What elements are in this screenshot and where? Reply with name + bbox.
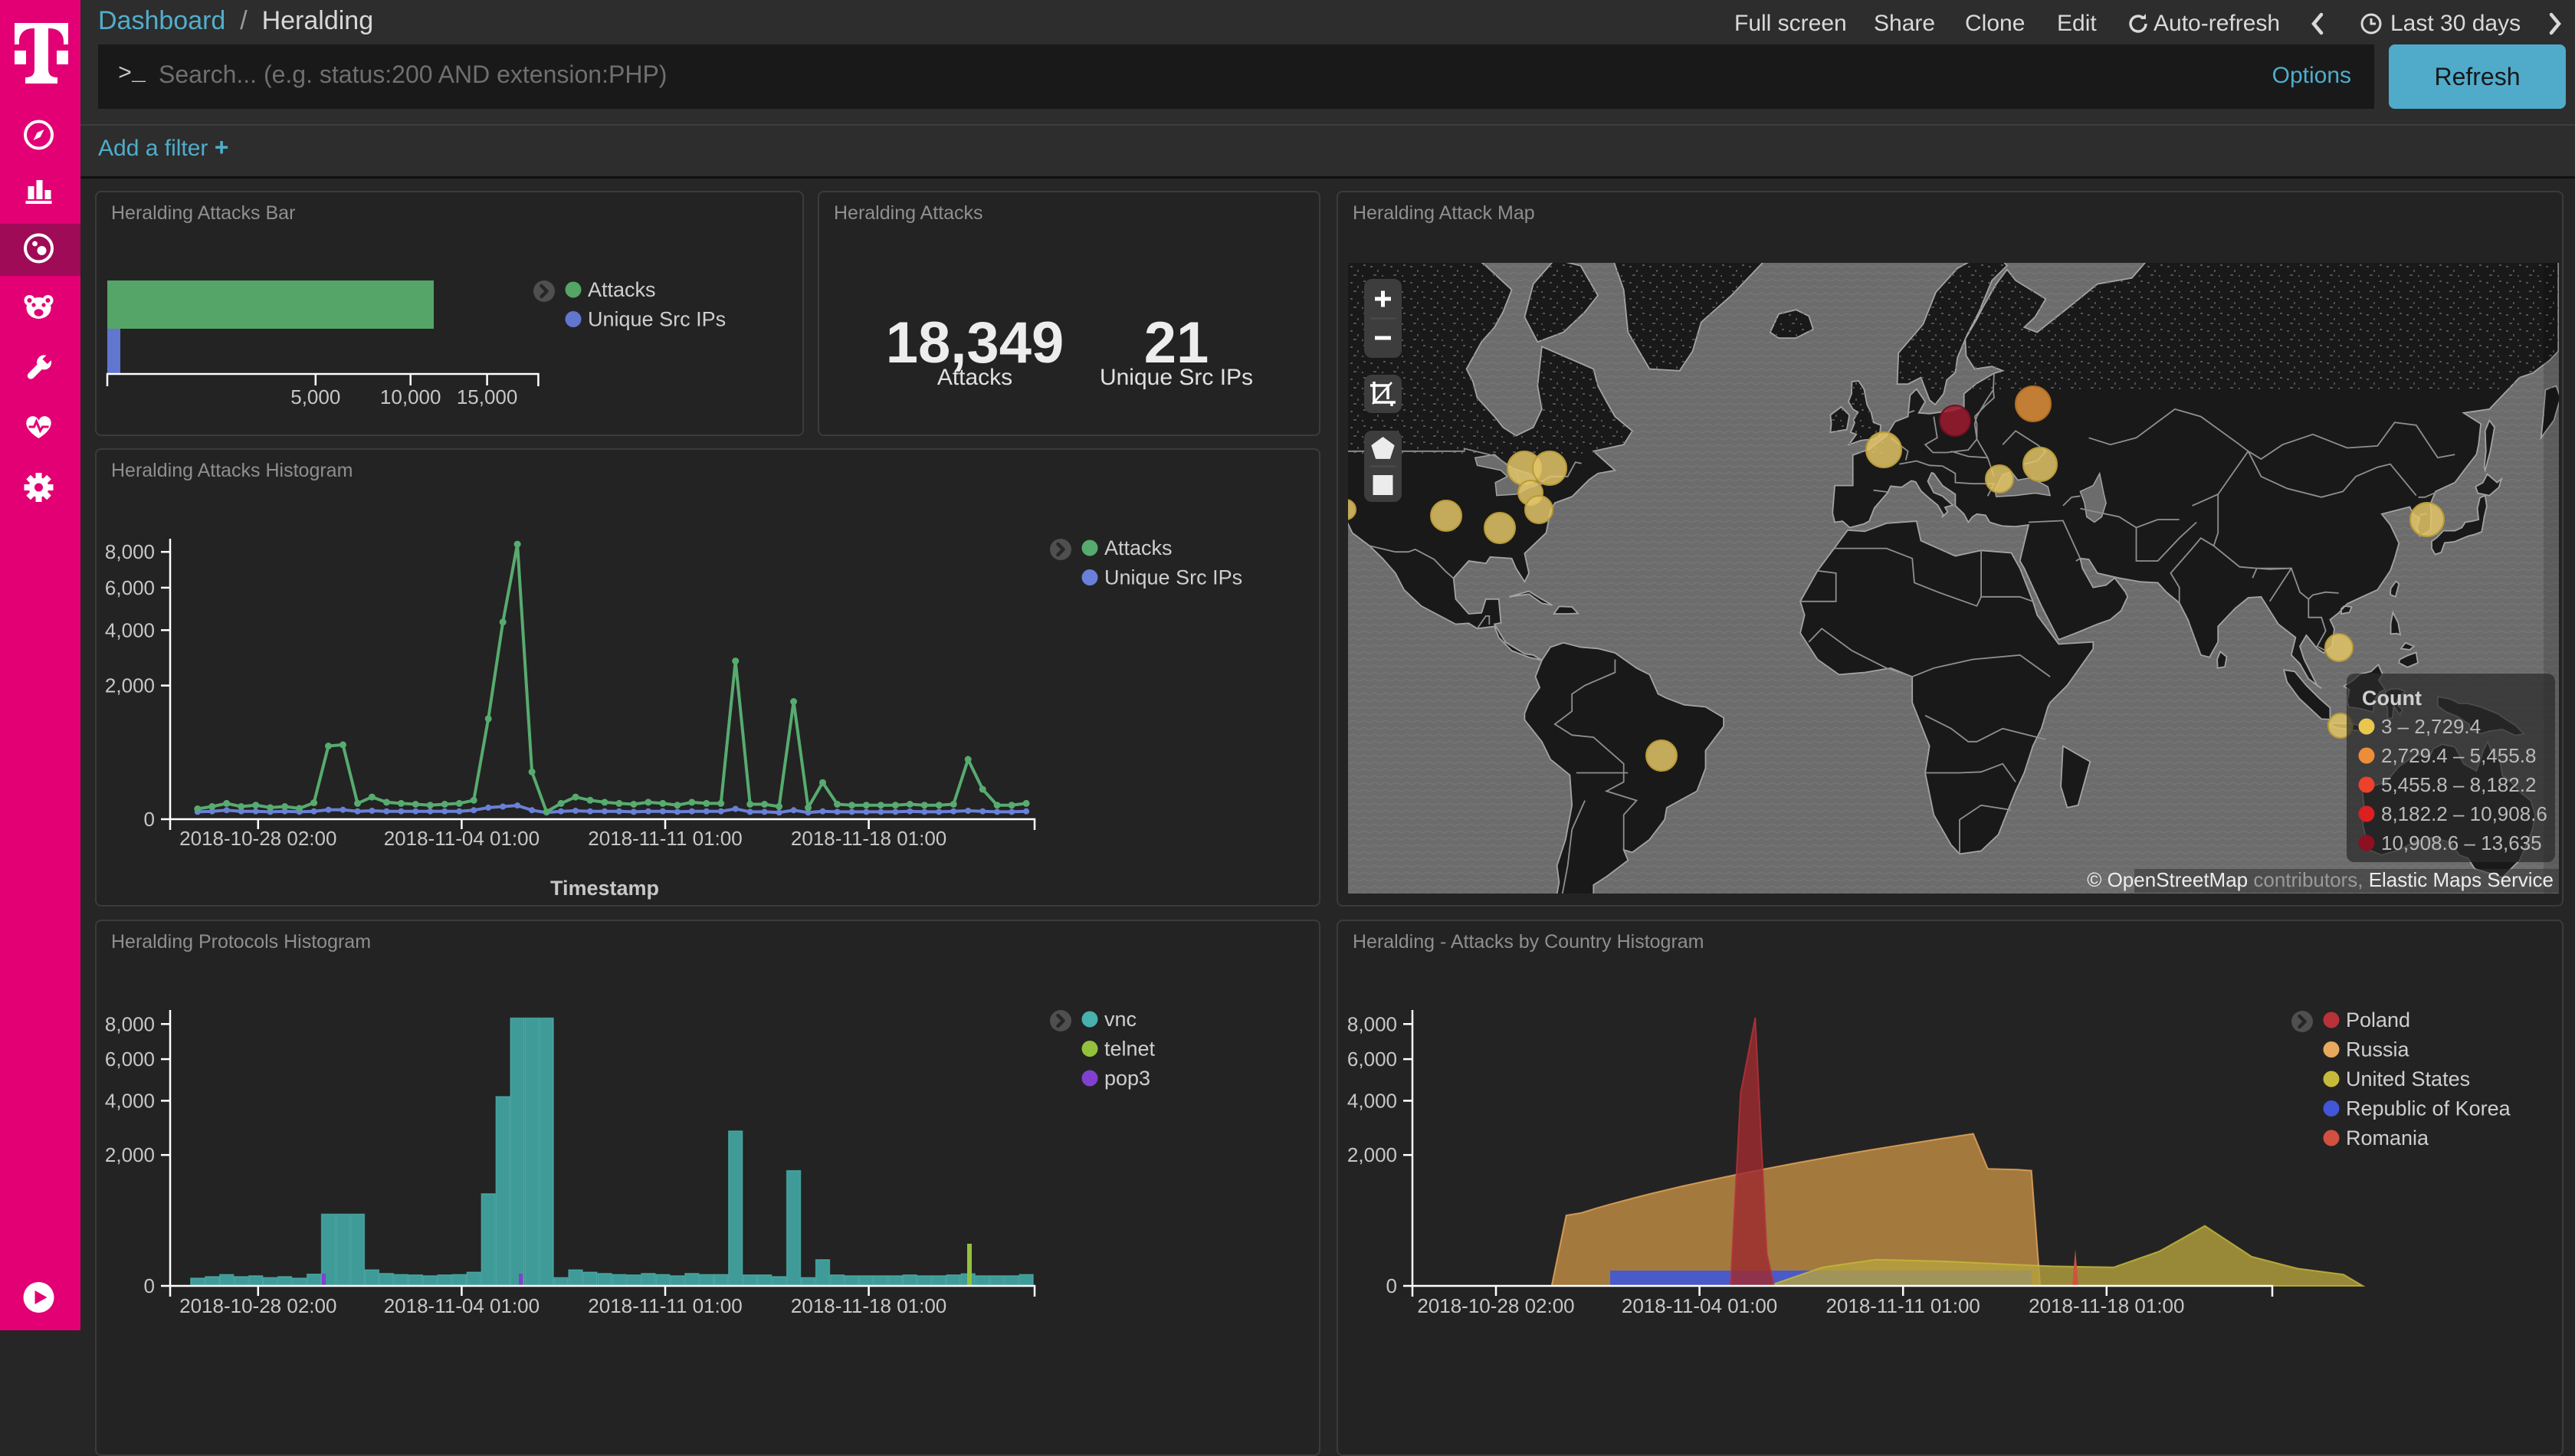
- svg-text:8,000: 8,000: [105, 1012, 155, 1035]
- svg-text:pop3: pop3: [1104, 1067, 1150, 1090]
- svg-text:4,000: 4,000: [1347, 1089, 1397, 1112]
- svg-text:Count: Count: [2362, 687, 2422, 710]
- svg-text:2018-11-18 01:00: 2018-11-18 01:00: [791, 1294, 946, 1317]
- svg-text:0: 0: [144, 1274, 155, 1297]
- svg-text:2,000: 2,000: [1347, 1143, 1397, 1166]
- svg-text:2,729.4 – 5,455.8: 2,729.4 – 5,455.8: [2381, 744, 2536, 767]
- svg-text:2018-11-11 01:00: 2018-11-11 01:00: [588, 1294, 742, 1317]
- svg-text:Timestamp: Timestamp: [550, 877, 659, 900]
- svg-text:Poland: Poland: [2346, 1008, 2410, 1031]
- svg-text:United States: United States: [2346, 1067, 2470, 1090]
- svg-text:15,000: 15,000: [457, 385, 518, 408]
- svg-text:2018-11-11 01:00: 2018-11-11 01:00: [588, 827, 742, 850]
- svg-text:vnc: vnc: [1104, 1008, 1137, 1031]
- svg-text:5,455.8 – 8,182.2: 5,455.8 – 8,182.2: [2381, 773, 2536, 796]
- svg-text:6,000: 6,000: [105, 1048, 155, 1071]
- svg-text:8,000: 8,000: [105, 540, 155, 563]
- svg-text:2018-11-18 01:00: 2018-11-18 01:00: [2029, 1294, 2184, 1317]
- svg-text:2018-11-04 01:00: 2018-11-04 01:00: [1622, 1294, 1777, 1317]
- svg-text:10,908.6 – 13,635: 10,908.6 – 13,635: [2381, 831, 2542, 854]
- svg-text:© OpenStreetMap contributors,: © OpenStreetMap contributors, Elastic Ma…: [2087, 868, 2554, 891]
- svg-text:Unique Src IPs: Unique Src IPs: [1104, 566, 1242, 589]
- svg-text:4,000: 4,000: [105, 1089, 155, 1112]
- svg-text:2018-10-28 02:00: 2018-10-28 02:00: [1417, 1294, 1574, 1317]
- svg-text:2018-10-28 02:00: 2018-10-28 02:00: [179, 1294, 336, 1317]
- svg-text:Republic of Korea: Republic of Korea: [2346, 1097, 2511, 1120]
- svg-text:2018-11-04 01:00: 2018-11-04 01:00: [384, 827, 540, 850]
- svg-text:8,182.2 – 10,908.6: 8,182.2 – 10,908.6: [2381, 802, 2547, 825]
- svg-text:Romania: Romania: [2346, 1126, 2429, 1149]
- svg-text:4,000: 4,000: [105, 618, 155, 641]
- svg-text:Unique Src IPs: Unique Src IPs: [588, 308, 726, 331]
- svg-text:2,000: 2,000: [105, 674, 155, 697]
- svg-text:telnet: telnet: [1104, 1038, 1156, 1061]
- svg-text:Timestamp: Timestamp: [550, 1326, 659, 1329]
- svg-text:Attacks: Attacks: [1104, 536, 1173, 559]
- svg-text:2018-11-11 01:00: 2018-11-11 01:00: [1825, 1294, 1980, 1317]
- svg-text:10,000: 10,000: [380, 385, 441, 408]
- svg-text:0: 0: [1386, 1274, 1397, 1297]
- svg-text:8,000: 8,000: [1347, 1012, 1397, 1035]
- svg-text:2018-11-18 01:00: 2018-11-18 01:00: [791, 827, 946, 850]
- svg-text:0: 0: [144, 808, 155, 831]
- svg-text:2018-10-28 02:00: 2018-10-28 02:00: [179, 827, 336, 850]
- svg-text:2018-11-04 01:00: 2018-11-04 01:00: [384, 1294, 540, 1317]
- svg-text:2,000: 2,000: [105, 1143, 155, 1166]
- svg-text:Russia: Russia: [2346, 1038, 2410, 1061]
- svg-text:3 – 2,729.4: 3 – 2,729.4: [2381, 715, 2481, 738]
- svg-text:5,000: 5,000: [290, 385, 340, 408]
- svg-text:Timestamp: Timestamp: [1788, 1326, 1897, 1329]
- svg-text:6,000: 6,000: [105, 576, 155, 599]
- svg-text:Attacks: Attacks: [588, 278, 656, 301]
- svg-text:6,000: 6,000: [1347, 1048, 1397, 1071]
